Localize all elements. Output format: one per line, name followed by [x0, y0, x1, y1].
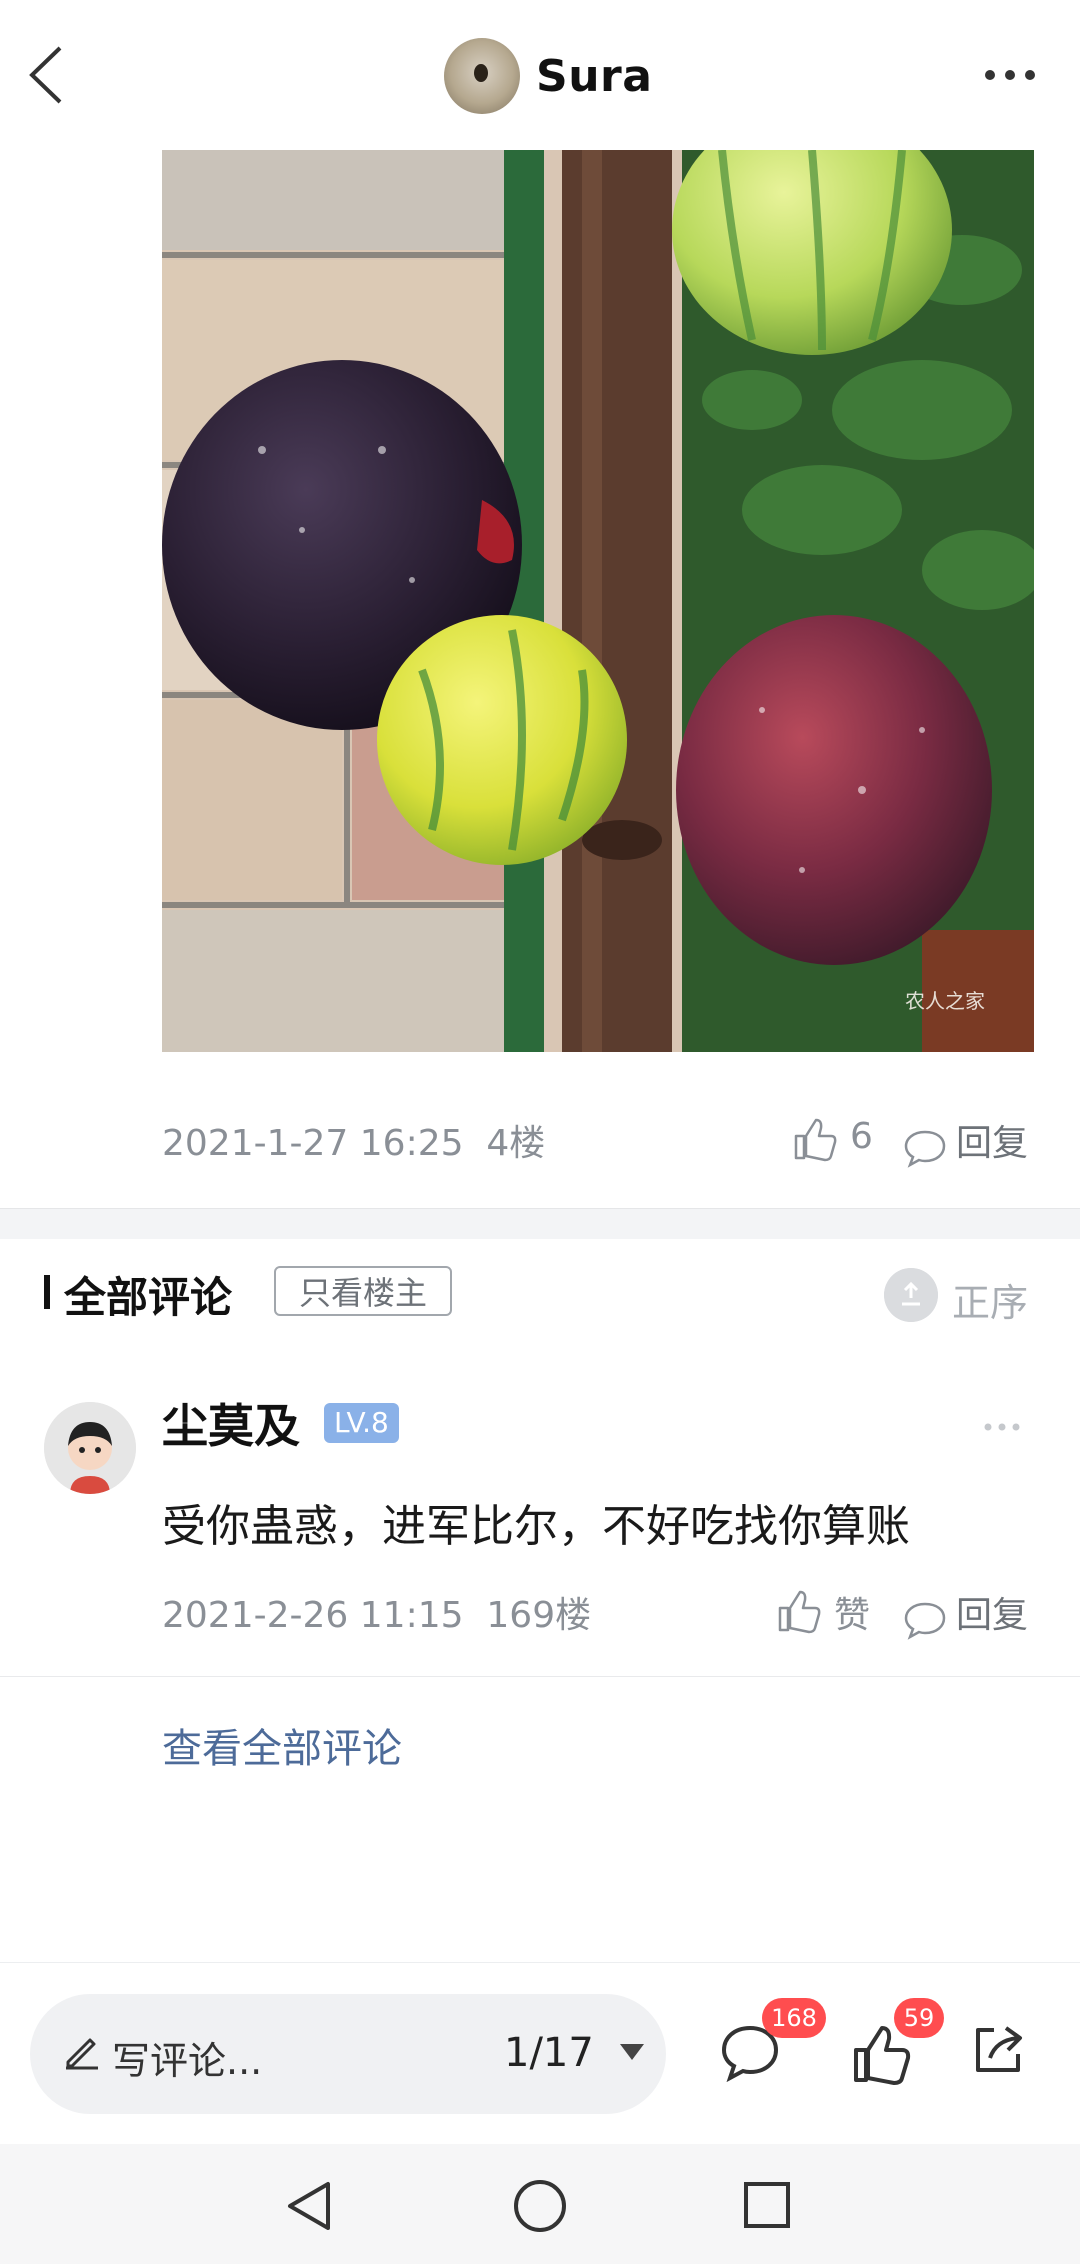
section-marker [44, 1275, 50, 1309]
only-op-button[interactable]: 只看楼主 [274, 1266, 452, 1316]
thumbs-up-icon[interactable] [792, 1116, 838, 1162]
commenter-name[interactable]: 尘莫及 [162, 1390, 300, 1456]
comment-timestamp: 2021-2-26 11:15 169楼 [162, 1586, 591, 1638]
page-indicator[interactable]: 1/17 [504, 2030, 594, 2076]
section-divider [0, 1208, 1080, 1239]
comment-bubble-icon[interactable] [903, 1128, 947, 1168]
thumbs-up-icon[interactable] [776, 1588, 822, 1634]
post-floor: 4楼 [486, 1123, 546, 1164]
avatar[interactable] [444, 38, 520, 114]
title-group[interactable]: Sura [444, 38, 652, 114]
sort-icon[interactable] [884, 1268, 938, 1322]
comments-title: 全部评论 [64, 1273, 233, 1322]
comment-divider [0, 1676, 1080, 1677]
share-icon[interactable] [970, 2022, 1026, 2078]
post-like-count[interactable]: 6 [850, 1116, 873, 1157]
nav-back-icon[interactable] [286, 2180, 334, 2232]
comment-like-button[interactable]: 赞 [834, 1586, 870, 1638]
comment-count-badge: 168 [762, 1998, 826, 2038]
level-badge: LV.8 [324, 1403, 399, 1443]
like-count-badge: 59 [894, 1998, 944, 2038]
comment-input-placeholder[interactable]: 写评论... [112, 2030, 262, 2085]
commenter-avatar[interactable] [44, 1402, 136, 1494]
comment-reply-button[interactable]: 回复 [956, 1586, 1028, 1638]
pencil-icon[interactable] [62, 2030, 102, 2070]
comment-bubble-icon[interactable] [903, 1600, 947, 1640]
post-image[interactable] [162, 150, 1034, 1052]
back-icon[interactable] [22, 40, 72, 110]
sort-order-button[interactable]: 正序 [952, 1272, 1028, 1327]
post-time: 2021-1-27 16:25 [162, 1123, 464, 1164]
post-timestamp: 2021-1-27 16:25 4楼 [162, 1114, 545, 1166]
comment-floor: 169楼 [486, 1595, 592, 1636]
post-reply-button[interactable]: 回复 [956, 1114, 1028, 1166]
page-title: Sura [536, 50, 653, 102]
nav-recent-apps-icon[interactable] [742, 2180, 792, 2230]
image-watermark: 农人之家 [905, 989, 985, 1013]
comment-text: 受你蛊惑，进军比尔，不好吃找你算账 [162, 1501, 910, 1552]
caret-down-icon[interactable] [620, 2044, 644, 2060]
comment-more-icon[interactable] [982, 1420, 1022, 1434]
comment-time: 2021-2-26 11:15 [162, 1595, 464, 1636]
view-all-comments-link[interactable]: 查看全部评论 [162, 1716, 402, 1774]
nav-home-icon[interactable] [512, 2178, 568, 2234]
more-icon[interactable] [980, 60, 1040, 90]
